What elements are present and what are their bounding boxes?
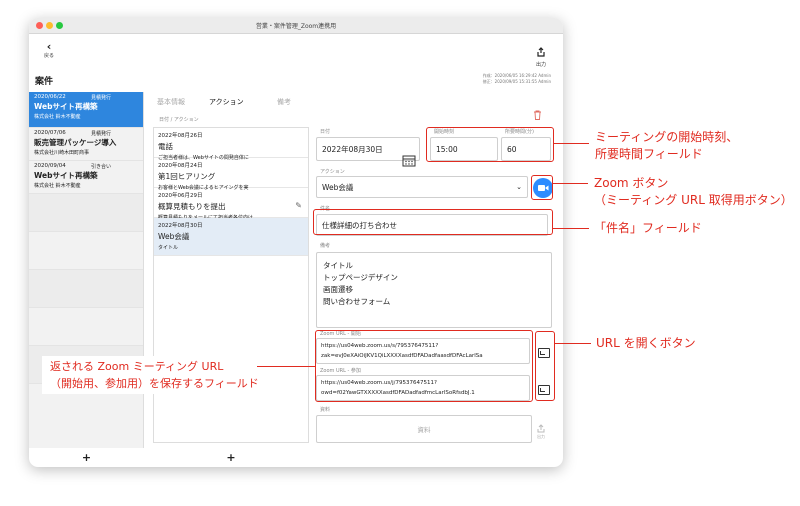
window-title: 営業・案件管理_Zoom連携用: [255, 23, 337, 30]
notes-line: 問い合わせフォーム: [323, 297, 391, 306]
project-status: 見積発行: [91, 131, 112, 137]
trash-icon[interactable]: [533, 110, 542, 120]
notes-line: タイトル: [323, 261, 353, 270]
action-date: 2020年06月29日: [158, 193, 203, 199]
empty-row: [29, 308, 143, 346]
annotation-subject: 「件名」フィールド: [594, 221, 702, 235]
annotation-text: （ミーティング URL 取得用ボタン）: [594, 193, 793, 207]
annotation-box-url: [315, 330, 533, 402]
project-date: 2020/06/22: [34, 94, 66, 100]
calendar-icon[interactable]: [402, 155, 416, 167]
list-item[interactable]: 2020/07/06 見積発行 販売管理パッケージ導入 株式会社川崎木田町商事: [29, 128, 143, 161]
annotation-line: [555, 343, 591, 345]
page-title: 案件: [35, 77, 54, 87]
action-title: Web会議: [158, 232, 190, 241]
annotation-box-subject: [313, 209, 553, 235]
project-list: 2020/06/22 見積発行 Webサイト再構築 株式会社 鈴木不動産 202…: [29, 92, 144, 448]
notes-line: 画面遷移: [323, 285, 353, 294]
back-button[interactable]: ‹ 戻る: [39, 40, 59, 59]
annotation-box-zoom: [531, 175, 553, 200]
title-bar: 営業・案件管理_Zoom連携用: [29, 18, 563, 34]
tab-notes[interactable]: 備考: [277, 97, 291, 107]
annotation-line: [553, 228, 589, 230]
annotation-text: （開始用、参加用）を保存するフィールド: [50, 377, 259, 390]
updated-text: 修正：2020/09/05 15:31:55 Admin: [482, 79, 551, 84]
project-company: 株式会社川崎木田町商事: [34, 150, 90, 156]
annotation-zoom: Zoom ボタン （ミーティング URL 取得用ボタン）: [594, 175, 793, 209]
chevron-left-icon: ‹: [46, 40, 52, 53]
empty-row: [29, 194, 143, 232]
notes-line: トップページデザイン: [323, 273, 398, 282]
material-field[interactable]: 資料: [316, 415, 532, 443]
action-date: 2022年08月30日: [158, 223, 203, 229]
action-date: 2020年08月24日: [158, 163, 203, 169]
list-item[interactable]: 2020年08月24日 第1回ヒアリング お客様とWeb会議によるヒアイングを実: [154, 158, 308, 191]
export-button[interactable]: 出力: [531, 42, 551, 68]
annotation-line: [257, 366, 315, 368]
record-meta: 作成：2020/06/05 16:29:42 Admin 修正：2020/09/…: [483, 73, 551, 85]
project-company: 株式会社 鈴木不動産: [34, 183, 81, 189]
annotation-box-open: [535, 331, 555, 401]
action-title: 電話: [158, 142, 173, 151]
annotation-text: ミーティングの開始時刻、: [595, 130, 739, 144]
annotation-line: [553, 183, 588, 185]
action-date: 2022年08月26日: [158, 133, 203, 139]
annotation-url: 返される Zoom ミーティング URL （開始用、参加用）を保存するフィールド: [50, 358, 259, 392]
add-action-button[interactable]: +: [153, 448, 309, 467]
annotation-line: [554, 143, 589, 145]
project-company: 株式会社 鈴木不動産: [34, 114, 81, 120]
empty-row: [29, 270, 143, 308]
list-item[interactable]: 2020年06月29日 概算見積もりを提出 概算見積もりをメールにて担当者各位向…: [154, 188, 308, 221]
action-type-select[interactable]: Web会議 ⌄: [316, 176, 528, 198]
actions-header: 日付 / アクション: [159, 117, 199, 123]
annotation-box-time: [426, 127, 554, 162]
project-date: 2020/07/06: [34, 130, 66, 136]
action-title: 概算見積もりを提出: [158, 202, 226, 211]
chevron-down-icon: ⌄: [516, 183, 522, 191]
upload-button[interactable]: 出力: [534, 424, 548, 440]
empty-row: [29, 232, 143, 270]
action-title: 第1回ヒアリング: [158, 172, 216, 181]
notes-label: 備考: [320, 243, 331, 249]
date-label: 日付: [320, 129, 331, 135]
list-item[interactable]: 2022年08月30日 Web会議 タイトル: [154, 218, 308, 256]
action-list: 2022年08月26日 電話 ご担当者様は、Webサイトの間発自体に 2020年…: [153, 127, 309, 443]
notes-field[interactable]: タイトル トップページデザイン 画面遷移 問い合わせフォーム: [316, 252, 552, 328]
project-date: 2020/09/04: [34, 163, 66, 169]
action-type-label: アクション: [320, 169, 345, 175]
action-desc: タイトル: [158, 245, 179, 251]
list-item[interactable]: 2020/06/22 見積発行 Webサイト再構築 株式会社 鈴木不動産: [29, 92, 143, 128]
add-project-button[interactable]: +: [29, 448, 144, 467]
list-item[interactable]: 2020/09/04 引き合い Webサイト再構築 株式会社 鈴木不動産: [29, 161, 143, 194]
back-label: 戻る: [43, 53, 54, 59]
project-status: 見積発行: [91, 95, 112, 101]
export-label: 出力: [535, 62, 546, 68]
paperclip-icon: ✎: [295, 201, 302, 210]
upload-label: 出力: [537, 434, 545, 439]
project-status: 引き合い: [91, 164, 112, 170]
list-item[interactable]: 2022年08月26日 電話 ご担当者様は、Webサイトの間発自体に: [154, 128, 308, 161]
annotation-time: ミーティングの開始時刻、 所要時間フィールド: [595, 129, 738, 163]
project-title: Webサイト再構築: [34, 102, 98, 111]
project-title: Webサイト再構築: [34, 171, 98, 180]
annotation-text: 所要時間フィールド: [595, 147, 703, 161]
material-label: 資料: [320, 407, 331, 413]
annotation-text: Zoom ボタン: [594, 176, 669, 190]
share-icon: [537, 47, 545, 57]
tab-basic[interactable]: 基本情報: [157, 97, 185, 107]
tab-action[interactable]: アクション: [209, 97, 244, 107]
action-type-value: Web会議: [322, 182, 354, 192]
annotation-open: URL を開くボタン: [596, 336, 696, 350]
project-title: 販売管理パッケージ導入: [34, 138, 117, 147]
annotation-text: 返される Zoom ミーティング URL: [50, 360, 224, 373]
upload-icon: [537, 424, 545, 433]
